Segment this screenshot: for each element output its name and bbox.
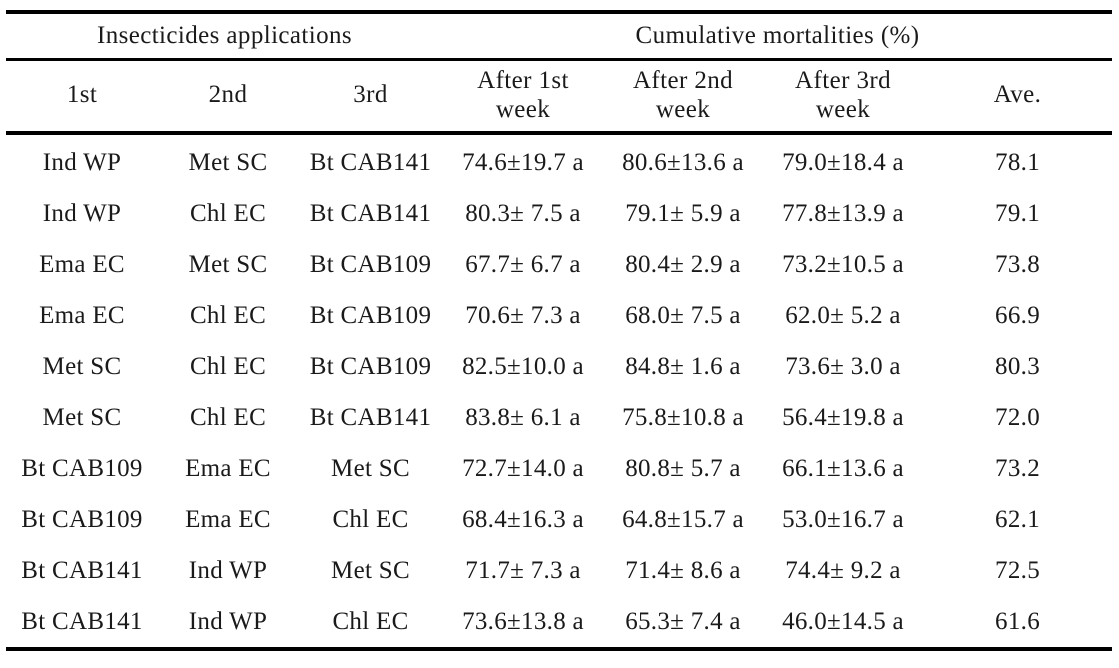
- table-container: Insecticides applications Cumulative mor…: [0, 10, 1119, 668]
- cell-third-application: Bt CAB109: [309, 251, 432, 278]
- cell-average: 73.8: [995, 251, 1040, 278]
- cell-second-application: Met SC: [188, 149, 268, 176]
- group-header-row: Insecticides applications Cumulative mor…: [6, 12, 1113, 60]
- cell-average: 61.6: [995, 608, 1040, 635]
- cell-after-2nd-week: 64.8±15.7 a: [622, 506, 744, 533]
- cell-after-1st-week: 83.8± 6.1 a: [465, 404, 581, 431]
- table-row: Bt CAB141 Ind WP Met SC 71.7± 7.3 a 71.4± 8.…: [6, 545, 1112, 596]
- column-header-ave: Ave.: [993, 81, 1042, 109]
- cell-after-1st-week: 72.7±14.0 a: [462, 455, 584, 482]
- cell-after-1st-week: 71.7± 7.3 a: [465, 557, 581, 584]
- cell-second-application: Ind WP: [188, 557, 268, 584]
- cell-after-1st-week: 80.3± 7.5 a: [465, 200, 581, 227]
- cell-after-3rd-week: 74.4± 9.2 a: [785, 557, 901, 584]
- cell-third-application: Chl EC: [332, 506, 409, 533]
- cell-average: 72.0: [995, 404, 1040, 431]
- cell-after-1st-week: 73.6±13.8 a: [462, 608, 584, 635]
- cell-second-application: Ind WP: [188, 608, 268, 635]
- cell-first-application: Ema EC: [39, 251, 125, 278]
- column-header-after-3rd-week: After 3rd week: [795, 66, 891, 124]
- cell-third-application: Bt CAB109: [309, 353, 432, 380]
- cell-second-application: Ema EC: [185, 455, 271, 482]
- column-header-1st: 1st: [66, 81, 98, 109]
- cell-after-3rd-week: 66.1±13.6 a: [782, 455, 904, 482]
- column-header-2nd: 2nd: [208, 81, 248, 109]
- cell-after-2nd-week: 80.8± 5.7 a: [625, 455, 741, 482]
- cell-after-2nd-week: 65.3± 7.4 a: [625, 608, 741, 635]
- cell-after-3rd-week: 56.4±19.8 a: [782, 404, 904, 431]
- cell-third-application: Bt CAB141: [309, 149, 432, 176]
- cell-after-3rd-week: 77.8±13.9 a: [782, 200, 904, 227]
- cell-after-3rd-week: 62.0± 5.2 a: [785, 302, 901, 329]
- cumulative-mortality-table: Insecticides applications Cumulative mor…: [6, 10, 1113, 651]
- cell-second-application: Ema EC: [185, 506, 271, 533]
- cell-third-application: Bt CAB109: [309, 302, 432, 329]
- cell-first-application: Ind WP: [42, 200, 122, 227]
- cell-average: 80.3: [995, 353, 1040, 380]
- cell-after-1st-week: 67.7± 6.7 a: [465, 251, 581, 278]
- cell-second-application: Chl EC: [189, 404, 267, 431]
- cell-first-application: Met SC: [42, 353, 122, 380]
- cell-after-1st-week: 82.5±10.0 a: [462, 353, 584, 380]
- cell-first-application: Met SC: [42, 404, 122, 431]
- cell-first-application: Ind WP: [42, 149, 122, 176]
- table-row: Ema EC Chl EC Bt CAB109 70.6± 7.3 a 68.0± 7.…: [6, 290, 1112, 341]
- cell-after-3rd-week: 73.6± 3.0 a: [785, 353, 901, 380]
- cell-after-1st-week: 70.6± 7.3 a: [465, 302, 581, 329]
- group-header-insecticides-applications: Insecticides applications: [96, 22, 353, 49]
- cell-after-3rd-week: 53.0±16.7 a: [782, 506, 904, 533]
- cell-second-application: Chl EC: [189, 353, 267, 380]
- table-row: Bt CAB141 Ind WP Chl EC 73.6±13.8 a 65.3± 7.…: [6, 596, 1113, 649]
- cell-third-application: Met SC: [331, 557, 410, 584]
- table-row: Ind WP Met SC Bt CAB141 74.6±19.7 a 80.6±13.…: [6, 133, 1112, 188]
- table-row: Met SC Chl EC Bt CAB141 83.8± 6.1 a 75.8±10.…: [6, 392, 1112, 443]
- cell-after-2nd-week: 71.4± 8.6 a: [625, 557, 741, 584]
- table-row: Ind WP Chl EC Bt CAB141 80.3± 7.5 a 79.1± 5.…: [6, 188, 1112, 239]
- table-row: Met SC Chl EC Bt CAB109 82.5±10.0 a 84.8± 1.…: [6, 341, 1112, 392]
- cell-first-application: Ema EC: [39, 302, 125, 329]
- cell-average: 78.1: [995, 149, 1040, 176]
- column-header-3rd: 3rd: [353, 81, 388, 109]
- group-header-cumulative-mortalities: Cumulative mortalities (%): [635, 22, 920, 49]
- cell-first-application: Bt CAB141: [21, 608, 143, 635]
- cell-third-application: Chl EC: [332, 608, 409, 635]
- cell-third-application: Bt CAB141: [309, 404, 432, 431]
- cell-first-application: Bt CAB109: [21, 455, 143, 482]
- table-row: Ema EC Met SC Bt CAB109 67.7± 6.7 a 80.4± 2.…: [6, 239, 1112, 290]
- column-header-after-1st-week: After 1st week: [477, 66, 569, 124]
- table-row: Bt CAB109 Ema EC Chl EC 68.4±16.3 a 64.8±15.…: [6, 494, 1112, 545]
- table-row: Bt CAB109 Ema EC Met SC 72.7±14.0 a 80.8± 5.…: [6, 443, 1112, 494]
- cell-after-2nd-week: 68.0± 7.5 a: [625, 302, 741, 329]
- cell-first-application: Bt CAB141: [21, 557, 143, 584]
- cell-average: 66.9: [995, 302, 1040, 329]
- cell-after-3rd-week: 46.0±14.5 a: [782, 608, 904, 635]
- cell-first-application: Bt CAB109: [21, 506, 143, 533]
- cell-after-3rd-week: 73.2±10.5 a: [782, 251, 904, 278]
- cell-second-application: Met SC: [188, 251, 268, 278]
- cell-average: 73.2: [995, 455, 1040, 482]
- cell-after-3rd-week: 79.0±18.4 a: [782, 149, 904, 176]
- table-body: Ind WP Met SC Bt CAB141 74.6±19.7 a 80.6±13.…: [6, 133, 1113, 649]
- cell-after-2nd-week: 80.6±13.6 a: [622, 149, 744, 176]
- cell-third-application: Met SC: [331, 455, 410, 482]
- cell-third-application: Bt CAB141: [309, 200, 432, 227]
- cell-after-1st-week: 74.6±19.7 a: [462, 149, 584, 176]
- table-header: Insecticides applications Cumulative mor…: [6, 12, 1113, 133]
- cell-after-1st-week: 68.4±16.3 a: [462, 506, 584, 533]
- cell-after-2nd-week: 84.8± 1.6 a: [625, 353, 741, 380]
- cell-average: 79.1: [995, 200, 1040, 227]
- cell-average: 62.1: [995, 506, 1040, 533]
- cell-second-application: Chl EC: [189, 302, 267, 329]
- cell-after-2nd-week: 79.1± 5.9 a: [625, 200, 741, 227]
- cell-second-application: Chl EC: [189, 200, 267, 227]
- cell-after-2nd-week: 75.8±10.8 a: [622, 404, 744, 431]
- column-header-after-2nd-week: After 2nd week: [632, 66, 734, 124]
- cell-after-2nd-week: 80.4± 2.9 a: [625, 251, 741, 278]
- cell-average: 72.5: [995, 557, 1040, 584]
- column-header-row: 1st 2nd 3rd After 1st week After 2nd wee…: [6, 60, 1113, 133]
